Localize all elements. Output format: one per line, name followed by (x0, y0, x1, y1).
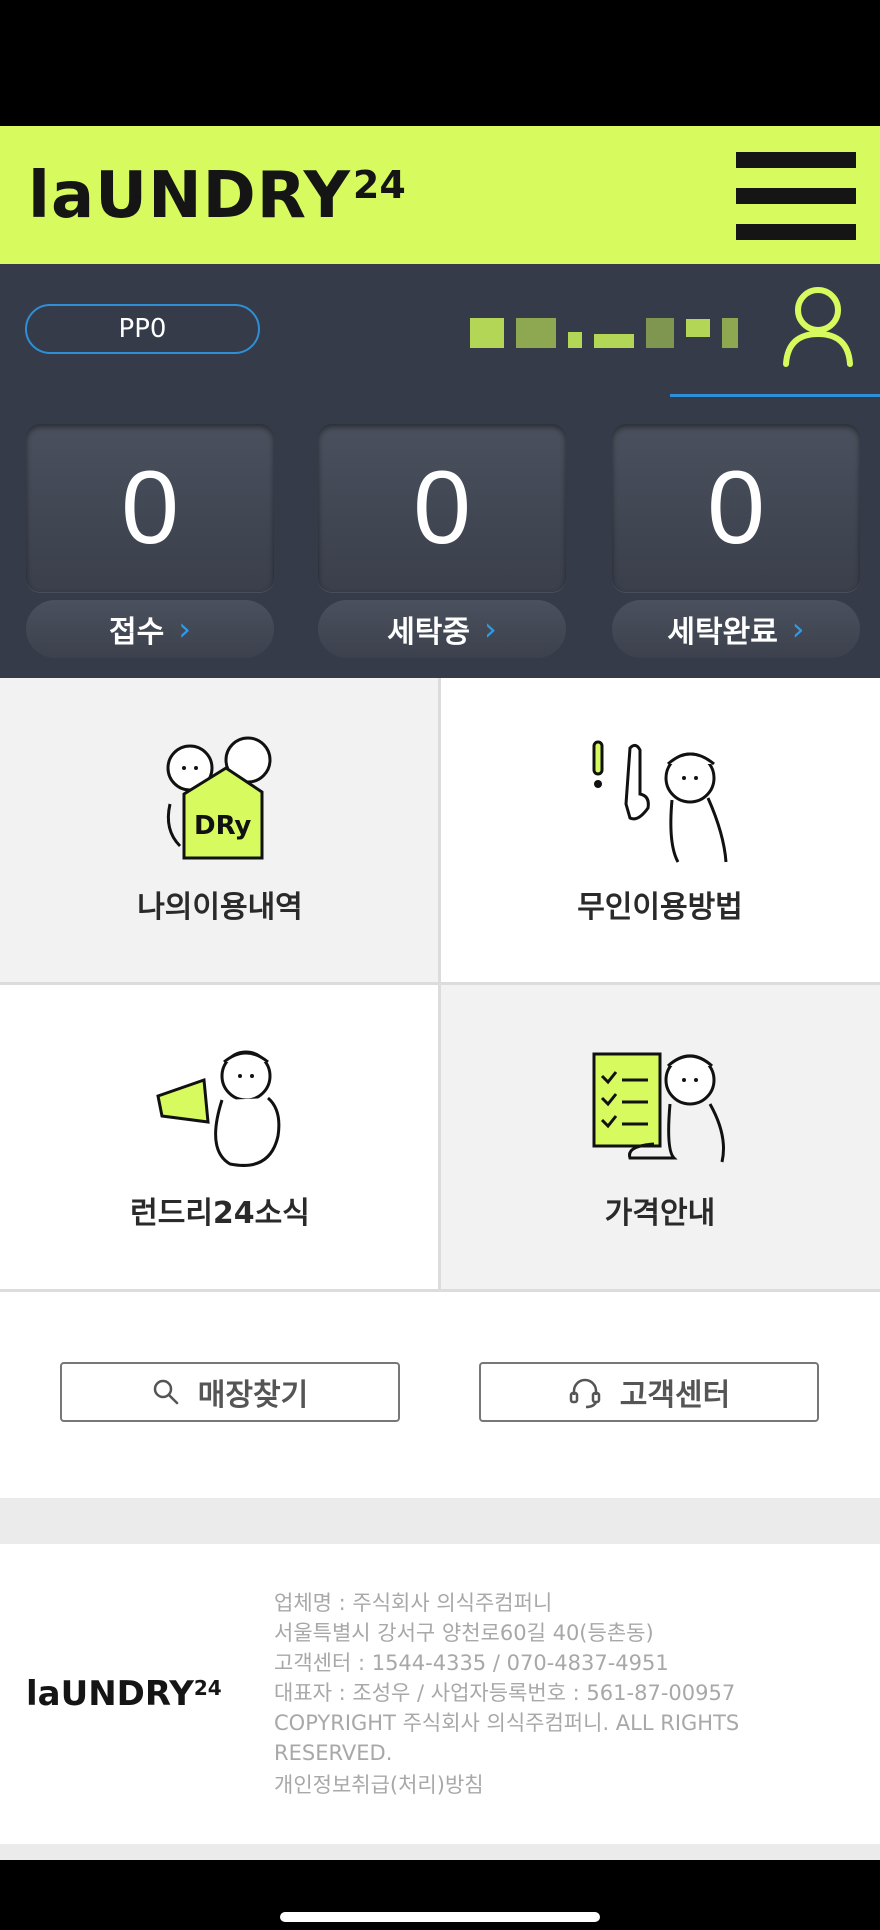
footer: laUNDRY 24 업체명 : 주식회사 의식주컴퍼니 서울특별시 강서구 양… (0, 1544, 880, 1844)
home-indicator[interactable] (280, 1912, 600, 1922)
grid-divider-vertical (438, 678, 441, 1292)
customer-center-button[interactable]: 고객센터 (479, 1362, 819, 1422)
app-header: laUNDRY 24 (0, 126, 880, 264)
footer-logo-text: laUNDRY (26, 1674, 194, 1714)
company-phone: 고객센터 : 1544-4335 / 070-4837-4951 (274, 1651, 669, 1675)
price-checklist-illustration-icon (592, 1052, 725, 1163)
accent-divider (670, 394, 880, 397)
chevron-right-icon: › (484, 610, 497, 648)
counter-completed: 0 세탁완료 › (612, 424, 860, 658)
customer-center-label: 고객센터 (619, 1378, 731, 1413)
headset-icon (569, 1378, 601, 1409)
dry-bag-illustration-icon: DRy (166, 736, 272, 860)
received-count: 0 (26, 424, 274, 592)
company-info: 업체명 : 주식회사 의식주컴퍼니 서울특별시 강서구 양천로60길 40(등촌… (274, 1588, 814, 1800)
footer-logo-number: 24 (193, 1676, 222, 1700)
usage-history-label: 나의이용내역 (137, 890, 303, 925)
member-code-badge[interactable]: PP0 (25, 304, 260, 354)
chevron-right-icon: › (791, 610, 805, 648)
counter-washing: 0 세탁중 › (318, 424, 566, 658)
company-ceo: 대표자 : 조성우 / 사업자등록번호 : 561-87-00957 (274, 1681, 736, 1705)
company-name: 업체명 : 주식회사 의식주컴퍼니 (274, 1591, 553, 1615)
privacy-policy-link[interactable]: 개인정보취급(처리)방침 (274, 1770, 814, 1800)
section-divider-band (0, 1498, 880, 1544)
logo-text: laUNDRY (28, 159, 351, 233)
washing-button[interactable]: 세탁중 › (318, 600, 566, 658)
store-finder-label: 매장찾기 (197, 1378, 309, 1413)
completed-label: 세탁완료 (667, 615, 778, 650)
received-label: 접수 (109, 615, 165, 650)
counter-received: 0 접수 › (26, 424, 274, 658)
news-label: 런드리24소식 (130, 1196, 310, 1231)
price-guide-label: 가격안내 (604, 1196, 716, 1231)
grid-divider-horizontal (0, 982, 880, 985)
action-buttons: 매장찾기 고객센터 (0, 1292, 880, 1498)
user-profile-icon[interactable] (780, 284, 856, 368)
copyright-text: COPYRIGHT 주식회사 의식주컴퍼니. ALL RIGHTS RESERV… (274, 1711, 740, 1765)
how-to-use-label: 무인이용방법 (577, 890, 743, 925)
hamburger-menu-icon[interactable] (736, 148, 856, 244)
company-address: 서울특별시 강서구 양천로60길 40(등촌동) (274, 1621, 654, 1645)
menu-price-guide[interactable]: 가격안내 (440, 984, 880, 1290)
washing-label: 세탁중 (387, 615, 470, 650)
dashboard-panel: PP0 0 접수 › 0 세탁중 › 0 세탁완료 › (0, 264, 880, 678)
store-finder-button[interactable]: 매장찾기 (60, 1362, 400, 1422)
logo-number: 24 (352, 163, 406, 207)
blurred-user-name (470, 316, 750, 350)
received-button[interactable]: 접수 › (26, 600, 274, 658)
chevron-right-icon: › (178, 610, 191, 648)
pointing-finger-illustration-icon (592, 740, 728, 863)
svg-text:DRy: DRy (194, 811, 251, 841)
footer-logo: laUNDRY 24 (26, 1674, 222, 1714)
washing-count: 0 (318, 424, 566, 592)
bottom-band (0, 1844, 880, 1860)
menu-usage-history[interactable]: DRy 나의이용내역 (0, 678, 440, 984)
completed-button[interactable]: 세탁완료 › (612, 600, 860, 658)
completed-count: 0 (612, 424, 860, 592)
laundry24-logo[interactable]: laUNDRY 24 (28, 156, 406, 236)
menu-news[interactable]: 런드리24소식 (0, 984, 440, 1290)
menu-how-to-use[interactable]: 무인이용방법 (440, 678, 880, 984)
menu-grid: DRy 나의이용내역 무인이용방법 런드리24소식 가격안내 (0, 678, 880, 1292)
megaphone-illustration-icon (156, 1050, 281, 1167)
status-bar-area (0, 0, 880, 126)
search-icon (153, 1379, 179, 1405)
